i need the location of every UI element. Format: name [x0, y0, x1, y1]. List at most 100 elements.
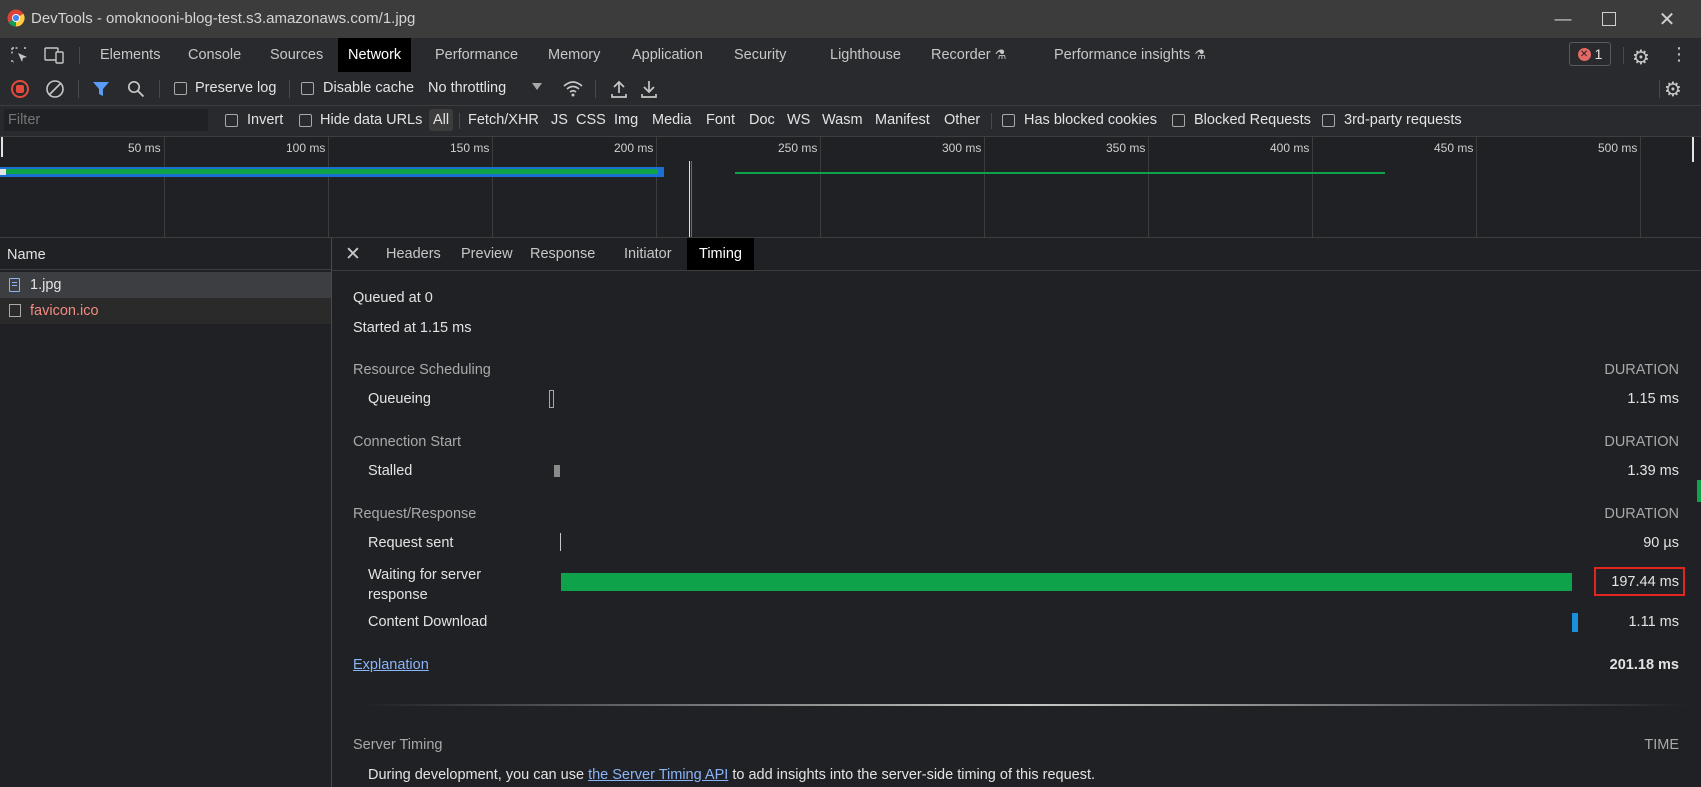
filter-type-font[interactable]: Font — [706, 112, 735, 128]
timing-value-request-sent: 90 µs — [1643, 535, 1679, 551]
server-timing-text-after: to add insights into the server-side tim… — [728, 767, 1096, 783]
tab-memory[interactable]: Memory — [538, 38, 610, 72]
window-titlebar: DevTools - omoknooni-blog-test.s3.amazon… — [0, 0, 1701, 38]
preserve-log-checkbox[interactable] — [174, 82, 187, 95]
network-settings-gear-icon[interactable]: ⚙ — [1664, 77, 1682, 102]
duration-header: DURATION — [1604, 506, 1679, 522]
filter-type-wasm[interactable]: Wasm — [822, 112, 863, 128]
timing-row-label-waiting: Waiting for server response — [368, 565, 481, 605]
third-party-requests-checkbox[interactable] — [1322, 114, 1335, 127]
error-badge[interactable]: ✕ 1 — [1569, 42, 1611, 66]
invert-checkbox[interactable] — [225, 114, 238, 127]
column-header-name[interactable]: Name — [0, 238, 331, 270]
gridline — [492, 137, 493, 237]
divider — [595, 80, 596, 98]
timeline-tick: 300 ms — [942, 141, 982, 155]
explanation-link[interactable]: Explanation — [353, 657, 429, 673]
search-icon[interactable] — [127, 80, 145, 98]
filter-type-css[interactable]: CSS — [576, 112, 606, 128]
timeline-tick: 50 ms — [128, 141, 161, 155]
gridline — [1476, 137, 1477, 237]
filter-type-other[interactable]: Other — [944, 112, 980, 128]
tab-performance-insights[interactable]: Performance insights ⚗ — [1044, 38, 1216, 72]
filter-type-all[interactable]: All — [429, 109, 454, 131]
settings-gear-icon[interactable]: ⚙ — [1632, 45, 1650, 70]
tab-sources[interactable]: Sources — [260, 38, 333, 72]
filter-funnel-icon[interactable] — [92, 80, 110, 98]
request-row-1jpg[interactable]: 1.jpg — [0, 272, 331, 298]
record-stop-icon — [16, 85, 24, 93]
filter-type-img[interactable]: Img — [614, 112, 638, 128]
request-row-favicon[interactable]: favicon.ico — [0, 298, 331, 324]
gridline — [1640, 137, 1641, 237]
divider — [991, 113, 992, 129]
divider — [289, 80, 290, 98]
request-detail-pane: ✕ Headers Preview Response Initiator Tim… — [332, 238, 1701, 787]
tab-timing[interactable]: Timing — [687, 238, 754, 270]
tab-preview[interactable]: Preview — [449, 238, 525, 270]
tab-security[interactable]: Security — [724, 38, 796, 72]
filter-type-js[interactable]: JS — [551, 112, 568, 128]
tab-recorder[interactable]: Recorder ⚗ — [921, 38, 1016, 72]
timing-bar-queueing — [549, 390, 554, 408]
server-timing-time-header: TIME — [1644, 737, 1679, 753]
network-conditions-wifi-icon[interactable] — [562, 79, 584, 99]
timeline-tick: 200 ms — [614, 141, 654, 155]
has-blocked-cookies-label: Has blocked cookies — [1024, 112, 1157, 128]
filter-bar: Invert Hide data URLs All Fetch/XHR JS C… — [0, 106, 1701, 137]
hide-data-urls-checkbox[interactable] — [299, 114, 312, 127]
tab-console[interactable]: Console — [178, 38, 251, 72]
export-har-download-icon[interactable] — [640, 79, 658, 99]
tab-performance[interactable]: Performance — [425, 38, 528, 72]
overview-right-handle[interactable] — [1692, 137, 1694, 162]
tab-recorder-label: Recorder — [931, 47, 991, 63]
filter-type-media[interactable]: Media — [652, 112, 692, 128]
minimize-icon[interactable]: — — [1540, 4, 1586, 34]
section-title-request-response: Request/Response — [353, 506, 477, 522]
gridline — [656, 137, 657, 237]
timing-row-label-waiting-line2: response — [368, 587, 428, 603]
tab-network[interactable]: Network — [338, 38, 412, 72]
error-icon: ✕ — [1577, 47, 1591, 61]
filter-type-ws[interactable]: WS — [787, 112, 810, 128]
inspect-element-icon[interactable] — [10, 46, 30, 64]
import-har-upload-icon[interactable] — [610, 79, 628, 99]
timing-row-label-waiting-line1: Waiting for server — [368, 567, 482, 583]
tab-response[interactable]: Response — [518, 238, 607, 270]
disable-cache-checkbox[interactable] — [301, 82, 314, 95]
blocked-requests-checkbox[interactable] — [1172, 114, 1185, 127]
close-window-icon[interactable]: ✕ — [1644, 4, 1690, 34]
tab-elements[interactable]: Elements — [90, 38, 170, 72]
timing-bar-waiting — [561, 573, 1572, 591]
duration-header: DURATION — [1604, 362, 1679, 378]
tab-initiator[interactable]: Initiator — [612, 238, 684, 270]
tab-lighthouse[interactable]: Lighthouse — [820, 38, 911, 72]
filter-type-manifest[interactable]: Manifest — [875, 112, 930, 128]
device-toolbar-icon[interactable] — [44, 46, 66, 64]
stop-recording-button[interactable] — [11, 80, 29, 98]
filter-type-doc[interactable]: Doc — [749, 112, 775, 128]
tab-headers[interactable]: Headers — [374, 238, 453, 270]
tab-application[interactable]: Application — [622, 38, 713, 72]
filter-type-fetch-xhr[interactable]: Fetch/XHR — [468, 112, 539, 128]
clear-icon[interactable] — [45, 79, 65, 99]
server-timing-api-link[interactable]: the Server Timing API — [588, 767, 728, 783]
section-divider — [362, 704, 1689, 706]
timing-value-content-download: 1.11 ms — [1628, 614, 1679, 630]
has-blocked-cookies-checkbox[interactable] — [1002, 114, 1015, 127]
overview-left-handle[interactable] — [1, 137, 3, 157]
throttling-select[interactable]: No throttling — [428, 80, 546, 98]
timing-value-stalled: 1.39 ms — [1627, 463, 1679, 479]
timing-bar-request-sent — [560, 533, 561, 551]
close-detail-icon[interactable]: ✕ — [345, 243, 361, 266]
dropdown-arrow-icon — [532, 83, 542, 90]
network-overview-timeline[interactable]: 50 ms 100 ms 150 ms 200 ms 250 ms 300 ms… — [0, 137, 1701, 238]
maximize-icon[interactable] — [1586, 4, 1632, 34]
timeline-tick: 150 ms — [450, 141, 490, 155]
timing-row-label-queueing: Queueing — [368, 391, 431, 407]
invert-label: Invert — [247, 112, 284, 128]
filter-input[interactable] — [4, 109, 208, 131]
total-duration: 201.18 ms — [1609, 657, 1679, 673]
chrome-logo-icon — [7, 9, 25, 27]
more-options-icon[interactable]: ⋮ — [1670, 44, 1688, 64]
